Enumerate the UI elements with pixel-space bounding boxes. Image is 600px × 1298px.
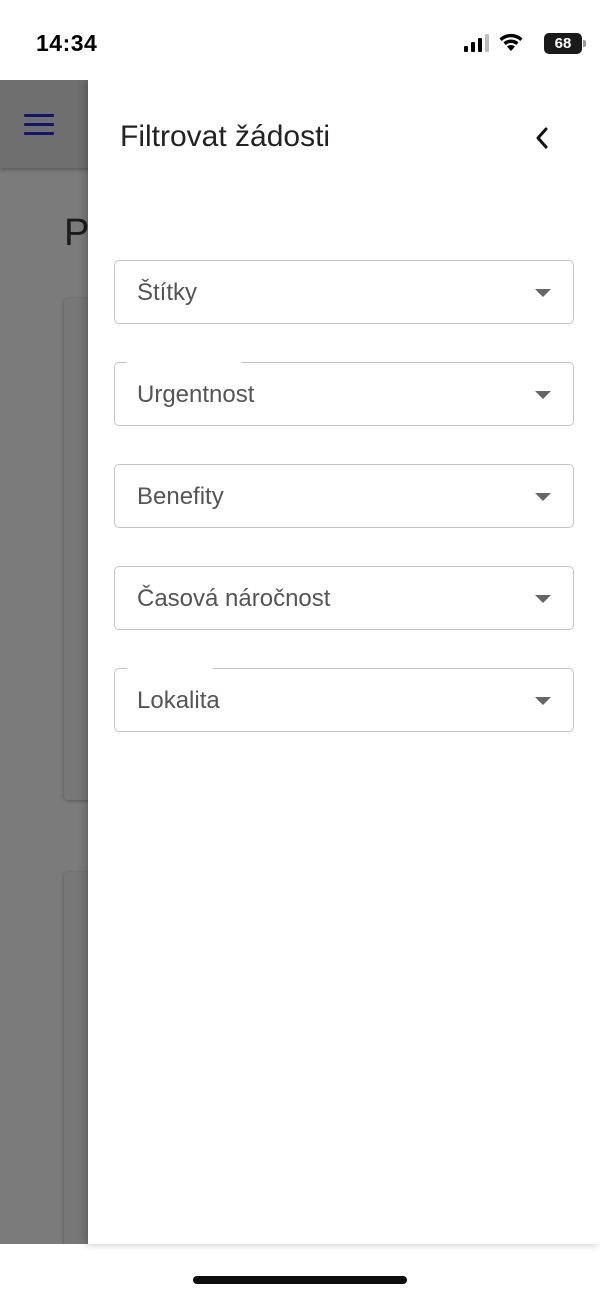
filter-select-label: Benefity: [137, 483, 224, 510]
dropdown-arrow-icon: [535, 289, 551, 297]
filter-select-label: Urgentnost: [137, 381, 255, 408]
filter-select-location[interactable]: Lokalita: [114, 667, 574, 732]
home-indicator: [193, 1276, 407, 1284]
back-button[interactable]: [528, 124, 556, 152]
signal-icon: [464, 34, 489, 52]
filter-select-tags[interactable]: Štítky: [114, 260, 574, 324]
filter-select-label: Časová náročnost: [137, 585, 331, 612]
filter-select-benefits[interactable]: Benefity: [114, 464, 574, 528]
menu-icon[interactable]: [24, 114, 54, 135]
dropdown-arrow-icon: [535, 595, 551, 603]
status-time: 14:34: [36, 30, 98, 56]
filter-drawer: Filtrovat žádosti Štítky Urgentnost Bene…: [88, 80, 600, 1244]
chevron-left-icon: [536, 127, 548, 149]
dropdown-arrow-icon: [535, 697, 551, 705]
battery-icon: 68: [544, 33, 586, 54]
filter-select-time-demand[interactable]: Časová náročnost: [114, 566, 574, 630]
dropdown-arrow-icon: [535, 391, 551, 399]
status-icons: 68: [442, 32, 586, 56]
filter-select-label: Štítky: [137, 279, 198, 306]
filter-select-label: Lokalita: [137, 687, 220, 714]
filter-select-urgency[interactable]: Urgentnost: [114, 361, 574, 426]
status-bar: 14:34 68: [0, 0, 600, 80]
dropdown-arrow-icon: [535, 493, 551, 501]
wifi-icon: [499, 33, 523, 51]
background-page-title: P: [64, 212, 90, 254]
drawer-title: Filtrovat žádosti: [120, 120, 331, 153]
